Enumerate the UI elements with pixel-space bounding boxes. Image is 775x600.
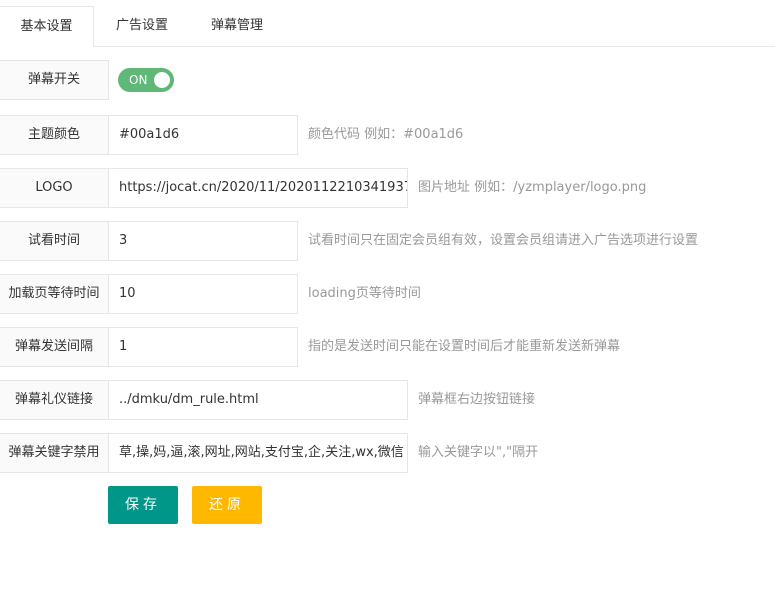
danmu-switch-toggle[interactable]: ON <box>118 68 174 92</box>
loading-wait-input[interactable]: 10 <box>108 274 298 314</box>
trial-time-hint: 试看时间只在固定会员组有效，设置会员组请进入广告选项进行设置 <box>308 233 699 248</box>
logo-hint: 图片地址 例如：/yzmplayer/logo.png <box>418 180 647 195</box>
send-interval-label: 弹幕发送间隔 <box>0 327 109 367</box>
trial-time-input[interactable]: 3 <box>108 221 298 261</box>
trial-time-row: 试看时间 3 试看时间只在固定会员组有效，设置会员组请进入广告选项进行设置 <box>0 221 775 261</box>
theme-color-input[interactable]: #00a1d6 <box>108 115 298 155</box>
keyword-ban-hint: 输入关键字以","隔开 <box>418 445 539 460</box>
loading-wait-hint: loading页等待时间 <box>308 286 421 301</box>
send-interval-hint: 指的是发送时间只能在设置时间后才能重新发送新弹幕 <box>308 339 621 354</box>
loading-wait-row: 加载页等待时间 10 loading页等待时间 <box>0 274 775 314</box>
reset-button[interactable]: 还原 <box>192 486 262 524</box>
logo-url-input[interactable]: https://jocat.cn/2020/11/202011221034193… <box>108 168 408 208</box>
tab-danmu-management[interactable]: 弹幕管理 <box>190 6 284 47</box>
etiquette-link-hint: 弹幕框右边按钮链接 <box>418 392 536 407</box>
trial-time-label: 试看时间 <box>0 221 109 261</box>
send-interval-row: 弹幕发送间隔 1 指的是发送时间只能在设置时间后才能重新发送新弹幕 <box>0 327 775 367</box>
tab-bar: 基本设置 广告设置 弹幕管理 <box>0 6 775 47</box>
loading-wait-label: 加载页等待时间 <box>0 274 109 314</box>
logo-label: LOGO <box>0 168 109 208</box>
save-button[interactable]: 保存 <box>108 486 178 524</box>
etiquette-link-label: 弹幕礼仪链接 <box>0 380 109 420</box>
keyword-ban-input[interactable]: 草,操,妈,逼,滚,网址,网站,支付宝,企,关注,wx,微信 <box>108 433 408 473</box>
switch-knob <box>154 72 170 88</box>
keyword-ban-label: 弹幕关键字禁用 <box>0 433 109 473</box>
etiquette-link-row: 弹幕礼仪链接 ../dmku/dm_rule.html 弹幕框右边按钮链接 <box>0 380 775 420</box>
etiquette-link-input[interactable]: ../dmku/dm_rule.html <box>108 380 408 420</box>
theme-color-label: 主题颜色 <box>0 115 109 155</box>
send-interval-input[interactable]: 1 <box>108 327 298 367</box>
switch-state-text: ON <box>129 73 148 87</box>
danmu-switch-label: 弹幕开关 <box>0 60 109 100</box>
keyword-ban-row: 弹幕关键字禁用 草,操,妈,逼,滚,网址,网站,支付宝,企,关注,wx,微信 输… <box>0 433 775 473</box>
logo-row: LOGO https://jocat.cn/2020/11/2020112210… <box>0 168 775 208</box>
theme-color-hint: 颜色代码 例如：#00a1d6 <box>308 127 464 142</box>
tab-basic-settings[interactable]: 基本设置 <box>0 6 94 47</box>
tab-ad-settings[interactable]: 广告设置 <box>94 6 190 47</box>
theme-color-row: 主题颜色 #00a1d6 颜色代码 例如：#00a1d6 <box>0 115 775 155</box>
